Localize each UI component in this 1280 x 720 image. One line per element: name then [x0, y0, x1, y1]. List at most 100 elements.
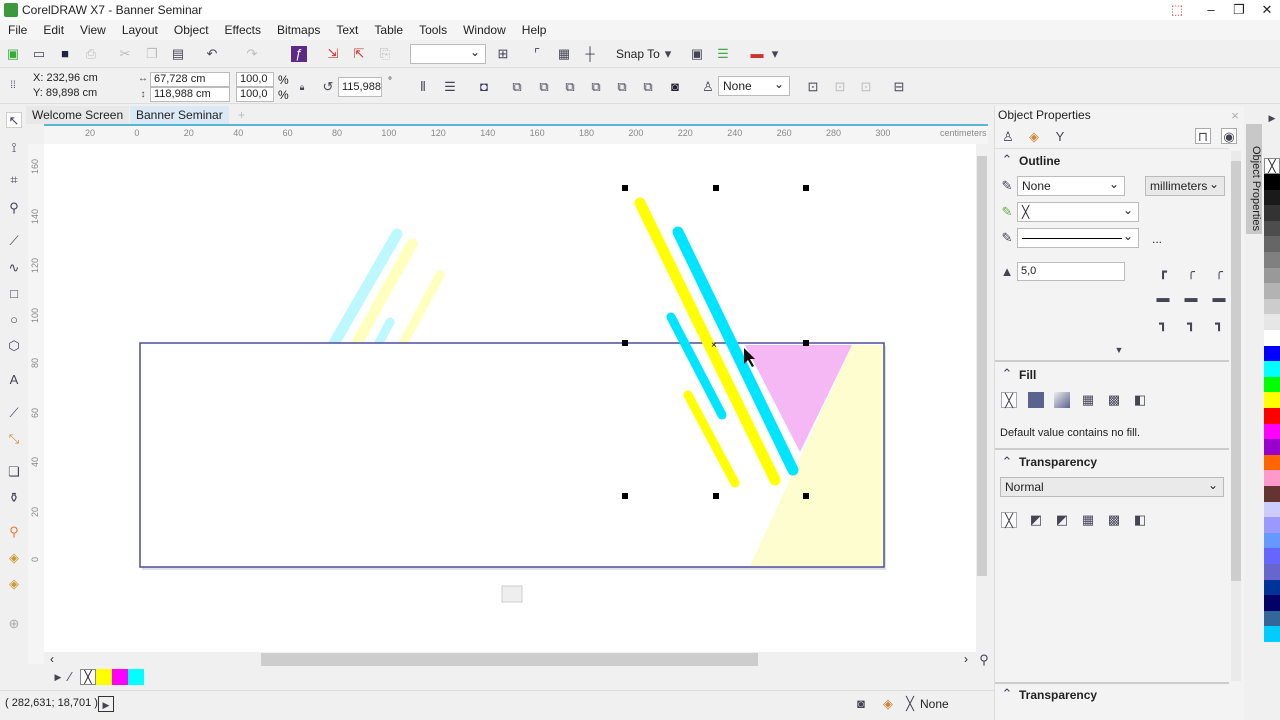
palette-color-swatch[interactable] — [1264, 392, 1280, 409]
weld-icon[interactable]: ⧉ — [509, 79, 525, 95]
horizontal-ruler[interactable]: 20 0 20 40 60 80 100 120 140 160 180 200 220 240 260 28… — [44, 124, 988, 144]
menu-object[interactable]: Object — [166, 20, 217, 37]
front-minus-back-icon[interactable]: ⧉ — [614, 79, 630, 95]
palette-color-swatch[interactable] — [1264, 439, 1280, 456]
pick-tool-icon[interactable]: ↖ — [6, 112, 22, 128]
palette-color-swatch[interactable] — [1264, 454, 1280, 471]
expand-status-icon[interactable]: ▶ — [98, 696, 114, 712]
no-transparency-icon[interactable]: ╳ — [1001, 512, 1017, 528]
menu-bitmaps[interactable]: Bitmaps — [269, 20, 328, 37]
palette-menu-icon[interactable]: ▶ — [1264, 110, 1280, 126]
palette-color-swatch[interactable] — [1264, 595, 1280, 612]
palette-color-swatch[interactable] — [1264, 220, 1280, 237]
show-grid-icon[interactable]: ▦ — [556, 46, 572, 62]
zoom-tool-icon[interactable]: ⚲ — [6, 200, 22, 216]
new-document-icon[interactable]: ▣ — [5, 46, 21, 62]
menu-help[interactable]: Help — [514, 20, 555, 37]
menu-window[interactable]: Window — [455, 20, 514, 37]
chevron-down-icon[interactable]: ▾ — [660, 46, 676, 62]
save-icon[interactable]: ■ — [57, 46, 73, 62]
vertical-ruler[interactable]: 160 140 120 100 80 60 40 20 0 — [28, 144, 44, 664]
palette-color-swatch[interactable] — [1264, 501, 1280, 518]
options-icon[interactable]: ☰ — [715, 46, 731, 62]
connector-tool-icon[interactable]: ⤡ — [6, 431, 22, 447]
text-tool-icon[interactable]: A — [6, 372, 22, 388]
palette-color-swatch[interactable] — [1264, 252, 1280, 268]
height-field[interactable]: 118,988 cm — [150, 87, 230, 102]
cap-butt-icon[interactable]: ▬ — [1155, 290, 1171, 306]
publish-pdf-icon[interactable]: ⎘ — [377, 46, 393, 62]
create-boundary-icon[interactable]: ⊡ — [805, 79, 821, 95]
lock-ratio-icon[interactable]: 🔒︎ — [294, 79, 310, 95]
ellipse-tool-icon[interactable]: ○ — [6, 312, 22, 328]
undo-icon[interactable]: ↶ — [204, 46, 220, 62]
palette-color-swatch[interactable] — [1264, 330, 1280, 346]
collapse-transparency-icon[interactable]: ⌃ — [999, 454, 1015, 470]
close-button[interactable]: ✕ — [1252, 0, 1280, 20]
palette-color-swatch[interactable] — [1264, 408, 1280, 424]
collapse-outline-icon[interactable]: ⌃ — [999, 152, 1015, 168]
minimize-button[interactable]: – — [1196, 0, 1226, 20]
shape-tool-icon[interactable]: ⟟ — [6, 140, 22, 156]
pattern-fill-icon[interactable]: ▦ — [1080, 392, 1096, 408]
interactive-fill-icon[interactable]: ◈ — [6, 550, 22, 566]
palette-color-swatch[interactable] — [1264, 376, 1280, 393]
uniform-fill-icon[interactable] — [1028, 392, 1044, 408]
menu-table[interactable]: Table — [366, 20, 411, 37]
palette-color-swatch[interactable] — [1264, 283, 1280, 300]
color-eyedropper-icon[interactable]: ⚲ — [6, 524, 22, 540]
pattern-transparency-icon[interactable]: ▦ — [1080, 512, 1096, 528]
transparency-tool-icon[interactable]: ⚱ — [6, 490, 22, 506]
object-properties-side-tab[interactable]: Object Properties — [1246, 124, 1262, 234]
paste-icon[interactable]: ▤ — [170, 46, 186, 62]
simplify-icon[interactable]: ⧉ — [588, 79, 604, 95]
palette-color-swatch[interactable] — [1264, 517, 1280, 534]
user-icon[interactable]: ⬚ — [1162, 0, 1192, 20]
boundary-icon[interactable]: ◙ — [667, 79, 683, 95]
transparency-mode-select[interactable]: Normal — [1000, 477, 1224, 497]
palette-color-swatch[interactable] — [1264, 345, 1280, 362]
no-fill-icon[interactable]: ╳ — [1001, 392, 1017, 408]
show-rulers-icon[interactable]: ⌜ — [529, 46, 545, 62]
palette-color-swatch[interactable] — [1264, 267, 1280, 284]
palette-color-swatch[interactable] — [1264, 298, 1280, 315]
panel-scrollbar[interactable] — [1231, 151, 1241, 681]
fill-tab-icon[interactable]: ◈ — [1026, 129, 1042, 145]
uniform-transparency-icon[interactable]: ◩ — [1028, 512, 1044, 528]
menu-tools[interactable]: Tools — [411, 20, 455, 37]
position-inside-icon[interactable]: ┓ — [1211, 316, 1227, 332]
zoom-level-select[interactable] — [410, 44, 486, 64]
artistic-media-icon[interactable]: ∿ — [6, 260, 22, 276]
freehand-tool-icon[interactable]: ⟋ — [6, 233, 22, 249]
corner-bevel-icon[interactable]: ╭ — [1211, 264, 1227, 280]
rectangle-tool-icon[interactable]: □ — [6, 286, 22, 302]
document-color-swatch[interactable] — [96, 669, 112, 685]
outline-color-select[interactable]: ╳ — [1017, 202, 1139, 222]
reference-point-icon[interactable]: ⁞⁞ — [5, 78, 21, 94]
restore-button[interactable]: ❐ — [1224, 0, 1254, 20]
mirror-vertical-icon[interactable]: ☰ — [442, 79, 458, 95]
drawing-canvas[interactable]: × — [44, 144, 976, 652]
chevron-down-icon[interactable]: ▾ — [767, 46, 783, 62]
smart-fill-icon[interactable]: ◈ — [6, 576, 22, 592]
texture-fill-icon[interactable]: ▩ — [1106, 392, 1122, 408]
palette-color-swatch[interactable] — [1264, 189, 1280, 206]
print-icon[interactable]: ⎙ — [83, 46, 99, 62]
postscript-fill-icon[interactable]: ◧ — [1132, 392, 1148, 408]
palette-color-swatch[interactable] — [1264, 610, 1280, 627]
palette-color-swatch[interactable] — [1264, 579, 1280, 596]
scale-x-field[interactable]: 100,0 — [236, 72, 274, 87]
eyedropper-icon[interactable]: ⁄ — [62, 669, 78, 685]
vertical-scrollbar[interactable] — [976, 144, 988, 652]
miter-limit-field[interactable]: 5,0 — [1017, 262, 1125, 281]
palette-color-swatch[interactable] — [1264, 174, 1280, 190]
menu-file[interactable]: File — [0, 20, 35, 37]
expand-icon[interactable]: ▼ — [1111, 342, 1127, 358]
welcome-screen-icon[interactable]: ▣ — [689, 46, 705, 62]
mirror-horizontal-icon[interactable]: ⫴ — [415, 79, 431, 95]
palette-color-swatch[interactable] — [1264, 470, 1280, 487]
units-select[interactable]: millimeters — [1145, 176, 1225, 196]
group-icon[interactable]: ◘ — [476, 79, 492, 95]
menu-text[interactable]: Text — [328, 20, 366, 37]
add-tool-icon[interactable]: ⊕ — [6, 616, 22, 632]
